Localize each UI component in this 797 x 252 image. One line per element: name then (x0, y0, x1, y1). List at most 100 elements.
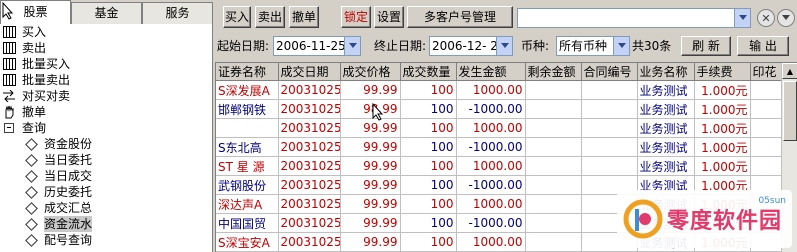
tree-item[interactable]: 资金股份 (0, 136, 213, 152)
tree-item[interactable]: 当日成交 (0, 168, 213, 184)
left-nav-panel: 股票 基金 服务 买入 卖出 批量买入 批量卖出 对买对卖 撤单 查询 资金股份 当日委托 当日成… (0, 0, 213, 252)
chevron-down-icon[interactable] (613, 37, 629, 55)
cell-date: 20031025 (278, 194, 341, 214)
cell-date: 20031025 (278, 232, 341, 252)
watermark: 零度软件园 05sun (617, 190, 792, 248)
tree-item-label: 历史委托 (44, 185, 93, 199)
column-header[interactable]: 成交日期 (278, 63, 341, 81)
tree-item[interactable]: 查询 (0, 120, 213, 136)
tree-item-label: 对买对卖 (22, 89, 71, 103)
column-header[interactable]: 成交价格 (340, 63, 401, 81)
column-header[interactable]: 剩余金额 (525, 63, 582, 81)
cell-price: 99.99 (340, 213, 401, 233)
cell-remain (525, 118, 582, 138)
tree-item[interactable]: 对买对卖 (0, 88, 213, 104)
table-row[interactable]: ST 星 源2003102599.991001000.00业务测试1.000元1 (216, 156, 791, 176)
cell-qty: 100 (400, 137, 457, 157)
table-row[interactable]: S东北高2003102599.99100-1000.00业务测试1.000元1 (216, 137, 791, 157)
chevron-down-icon[interactable] (344, 37, 360, 55)
record-count: 共30条 (632, 39, 672, 53)
cell-contract (581, 80, 638, 100)
chevron-down-icon[interactable] (734, 9, 750, 27)
scroll-up-icon[interactable]: ▲ (782, 63, 797, 79)
watermark-domain: 05sun (758, 196, 786, 206)
column-header[interactable]: 手续费 (694, 63, 751, 81)
column-header[interactable]: 业务名称 (637, 63, 695, 81)
end-date-label: 终止日期: (374, 39, 427, 53)
mouse-cursor-icon (2, 2, 14, 20)
currency-select[interactable]: 所有币种 (556, 36, 630, 56)
tab-service[interactable]: 服务 (142, 2, 213, 24)
cell-biz: 业务测试 (637, 118, 695, 138)
lock-button[interactable]: 锁定 (341, 6, 371, 28)
cell-name: 深达声A (216, 194, 279, 214)
diamond-icon (24, 153, 38, 167)
cell-biz: 业务测试 (637, 80, 695, 100)
cell-price: 99.99 (340, 137, 401, 157)
tree-item[interactable]: 配号查询 (0, 232, 213, 248)
cell-amount: -1000.00 (456, 213, 526, 233)
tab-fund[interactable]: 基金 (71, 2, 142, 24)
mouse-cursor-icon (372, 103, 384, 121)
diamond-icon (24, 201, 38, 215)
close-circle-icon[interactable]: ✕ (757, 9, 775, 27)
cancel-order-button[interactable]: 撤单 (289, 6, 319, 28)
buy-button[interactable]: 买入 (223, 6, 251, 28)
cell-qty: 100 (400, 80, 457, 100)
tree-item[interactable]: 批量卖出 (0, 72, 213, 88)
tree-item[interactable]: 买入 (0, 24, 213, 40)
table-header: 证券名称 成交日期 成交价格 成交数量 发生金额 剩余金额 合同编号 业务名称 手续费 印花 (216, 63, 791, 81)
tree-item[interactable]: 卖出 (0, 40, 213, 56)
hand-icon (2, 105, 16, 119)
sell-button[interactable]: 卖出 (255, 6, 285, 28)
end-date-picker[interactable]: 2006-12- 2 (429, 36, 513, 56)
dropdown-circle-icon[interactable] (777, 9, 795, 27)
start-date-picker[interactable]: 2006-11-25 (273, 36, 361, 56)
table-row[interactable]: 2003102599.991001000.00业务测试1.000元1 (216, 118, 791, 138)
cell-qty: 100 (400, 99, 457, 119)
cell-amount: 1000.00 (456, 194, 526, 214)
cell-date: 20031025 (278, 99, 341, 119)
tree-item[interactable]: 撤单 (0, 104, 213, 120)
collapse-minus-icon (2, 121, 16, 135)
tree-item[interactable]: 成交汇总 (0, 200, 213, 216)
cell-biz: 业务测试 (637, 99, 695, 119)
multi-account-button[interactable]: 多客户号管理 (407, 6, 513, 28)
grid-icon (2, 73, 16, 87)
tree-item-label: 当日委托 (44, 153, 93, 167)
settings-button[interactable]: 设置 (374, 6, 404, 28)
tree-item-label: 查询 (22, 121, 47, 135)
refresh-button[interactable]: 刷 新 (681, 36, 731, 56)
cell-remain (525, 80, 582, 100)
table-row[interactable]: S深发展A2003102599.991001000.00业务测试1.000元1 (216, 80, 791, 100)
cell-price: 99.99 (340, 175, 401, 195)
cell-name: 中国国贸 (216, 213, 279, 233)
table-row[interactable]: 邯郸钢铁2003102598.99100-1000.00业务测试1.000元1 (216, 99, 791, 119)
top-toolbar: 买入 卖出 撤单 锁定 设置 多客户号管理 ✕ (215, 6, 797, 30)
start-date-value: 2006-11-25 (276, 39, 346, 53)
account-select[interactable] (517, 8, 751, 28)
cell-fee: 1.000元 (694, 156, 751, 176)
tree-item[interactable]: 当日委托 (0, 152, 213, 168)
export-button[interactable]: 输 出 (737, 36, 789, 56)
column-header[interactable]: 成交数量 (400, 63, 457, 81)
cell-remain (525, 99, 582, 119)
cell-remain (525, 137, 582, 157)
filter-bar: 起始日期: 2006-11-25 终止日期: 2006-12- 2 币种: 所有… (215, 36, 797, 58)
start-date-label: 起始日期: (217, 39, 270, 53)
cell-date: 20031025 (278, 137, 341, 157)
cell-fee: 1.000元 (694, 80, 751, 100)
tree-item-label: 配号查询 (44, 233, 93, 247)
grid-icon (2, 25, 16, 39)
scroll-thumb[interactable] (783, 81, 797, 141)
cell-name: S深宝安A (216, 232, 279, 252)
tree-item[interactable]: 批量买入 (0, 56, 213, 72)
tree-item[interactable]: 历史委托 (0, 184, 213, 200)
chevron-down-icon[interactable] (496, 37, 512, 55)
column-header[interactable]: 合同编号 (581, 63, 638, 81)
column-header[interactable]: 发生金额 (456, 63, 526, 81)
cell-contract (581, 137, 638, 157)
tree-item[interactable]: 资金流水 (0, 216, 213, 232)
column-header[interactable]: 证券名称 (216, 63, 279, 81)
cell-fee: 1.000元 (694, 118, 751, 138)
